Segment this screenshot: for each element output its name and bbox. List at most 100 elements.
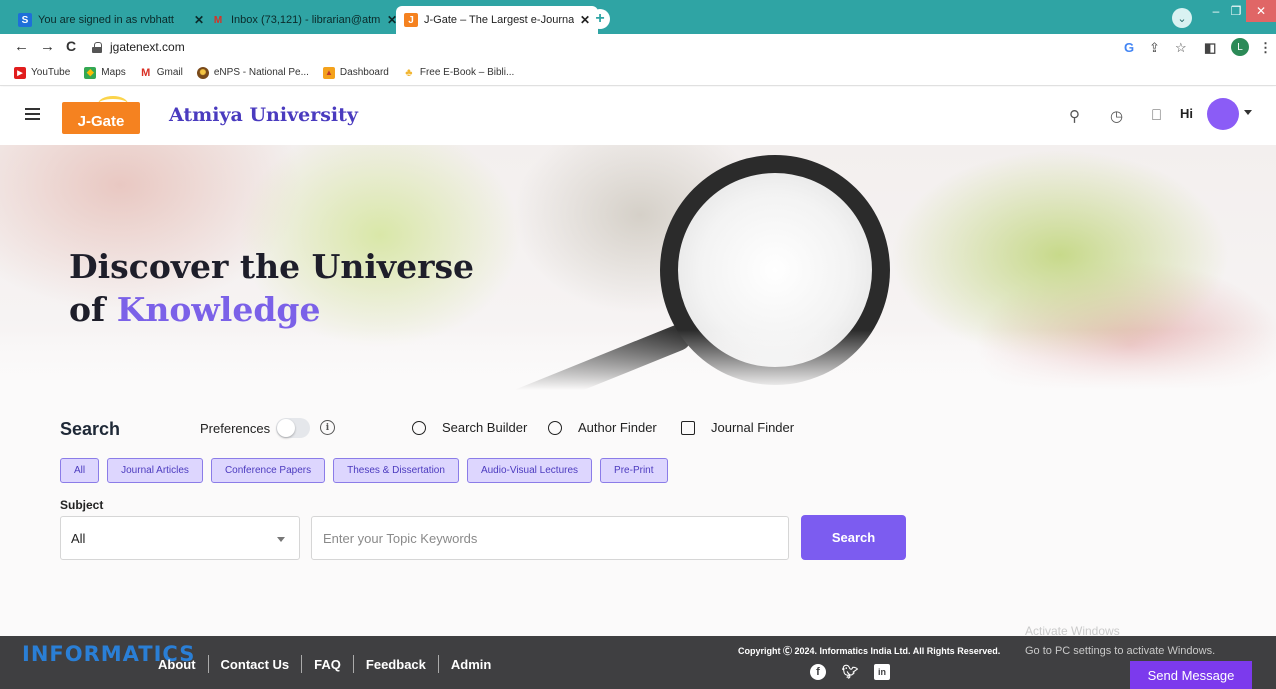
search-builder-link[interactable]: Search Builder (412, 420, 527, 435)
chevron-down-icon[interactable] (1244, 110, 1252, 115)
activate-windows-title: Activate Windows (1025, 624, 1120, 638)
hero-title: Discover the Universe of Knowledge (69, 245, 474, 331)
close-tab-icon[interactable]: ✕ (580, 13, 590, 27)
bookmark-ebook[interactable]: ♣ Free E-Book – Bibli... (403, 67, 514, 79)
preferences-label: Preferences (200, 421, 271, 436)
back-icon[interactable]: ← (14, 38, 29, 55)
subject-value: All (71, 530, 86, 546)
bookmark-dashboard[interactable]: ▲ Dashboard (322, 66, 389, 79)
logo-text: J-Gate (62, 102, 140, 134)
subject-label: Subject (60, 498, 104, 512)
tool-label: Journal Finder (711, 420, 795, 435)
bookmark-label: Free E-Book – Bibli... (419, 67, 515, 78)
browser-tab-bar: S You are signed in as rvbhatt ✕ M Inbox… (0, 0, 1276, 34)
filter-chip-conference-papers[interactable]: Conference Papers (210, 458, 326, 483)
footer-link-faq[interactable]: FAQ (314, 657, 341, 672)
share-icon[interactable]: ⇪ (1149, 40, 1160, 56)
reload-icon[interactable]: C (66, 38, 76, 54)
greeting: Hi (1180, 106, 1193, 121)
site-favicon-icon: S (18, 13, 32, 27)
filter-chip-audio-visual[interactable]: Audio-Visual Lectures (466, 458, 593, 483)
info-icon[interactable]: i (320, 420, 335, 435)
footer-link-feedback[interactable]: Feedback (366, 657, 426, 672)
hero-title-of: of (69, 290, 106, 329)
hero-banner: Discover the Universe of Knowledge (0, 145, 1276, 390)
bookmark-label: Maps (101, 67, 126, 78)
send-message-button[interactable]: Send Message (1130, 661, 1252, 689)
footer-links: About Contact Us FAQ Feedback Admin (158, 655, 491, 673)
topic-keywords-input[interactable] (311, 516, 789, 560)
new-tab-button[interactable]: + (590, 9, 610, 29)
tab-search-icon[interactable]: ⌄ (1172, 8, 1192, 28)
url-field[interactable]: jgatenext.com (92, 37, 1092, 57)
bookmarks-bar: ▶ YouTube ◆ Maps M Gmail ✺ eNPS - Nation… (0, 60, 1276, 86)
footer-link-about[interactable]: About (158, 657, 196, 672)
browser-menu-icon[interactable]: ⋮ (1259, 40, 1272, 56)
author-finder-link[interactable]: Author Finder (548, 420, 657, 435)
footer-link-admin[interactable]: Admin (451, 657, 491, 672)
dropdown-caret-icon (277, 537, 285, 542)
bookmark-enps[interactable]: ✺ eNPS - National Pe... (196, 66, 309, 79)
menu-icon[interactable] (25, 108, 40, 120)
browser-tab-active[interactable]: J J-Gate – The Largest e-Journal G ✕ (396, 6, 599, 34)
youtube-icon: ▶ (14, 66, 26, 79)
jgate-favicon-icon: J (404, 13, 418, 27)
browser-tab[interactable]: S You are signed in as rvbhatt ✕ (10, 6, 212, 34)
subject-dropdown[interactable]: All (60, 516, 300, 560)
forward-icon[interactable]: → (40, 38, 55, 55)
linkedin-icon[interactable]: in (874, 664, 890, 680)
facebook-icon[interactable]: f (810, 664, 826, 680)
dashboard-icon: ▲ (322, 66, 335, 79)
site-header: J-Gate Atmiya University ⚲ ◷ ⎕ Hi (0, 87, 1276, 145)
filter-chip-journal-articles[interactable]: Journal Articles (107, 458, 203, 483)
jgate-logo[interactable]: J-Gate (62, 96, 140, 134)
lock-icon (92, 41, 102, 53)
search-button[interactable]: Search (801, 515, 906, 560)
content-type-filters: All Journal Articles Conference Papers T… (60, 458, 668, 483)
filter-chip-theses[interactable]: Theses & Dissertation (333, 458, 459, 483)
side-panel-icon[interactable]: ◧ (1204, 40, 1216, 56)
filter-chip-all[interactable]: All (60, 458, 100, 483)
minimize-icon[interactable]: – (1206, 0, 1226, 22)
hero-title-accent: Knowledge (116, 290, 321, 329)
tool-label: Author Finder (578, 420, 657, 435)
close-window-icon[interactable]: ✕ (1246, 0, 1276, 22)
bookmark-label: Dashboard (339, 67, 389, 78)
journal-finder-icon (681, 420, 695, 435)
browser-tab[interactable]: M Inbox (73,121) - librarian@atmiya ✕ (203, 6, 405, 34)
maps-icon: ◆ (84, 66, 97, 79)
copyright-text: Copyright Ⓒ 2024. Informatics India Ltd.… (738, 646, 1001, 656)
search-icon[interactable]: ⚲ (1069, 107, 1080, 125)
footer-link-contact[interactable]: Contact Us (221, 657, 290, 672)
preferences-toggle[interactable] (276, 418, 310, 438)
gmail-icon: M (141, 66, 151, 79)
bookmark-label: eNPS - National Pe... (213, 67, 309, 78)
search-title: Search (60, 419, 121, 439)
bookmark-star-icon[interactable]: ☆ (1175, 40, 1187, 56)
author-finder-icon (548, 420, 562, 435)
history-clock-icon[interactable]: ◷ (1110, 107, 1123, 125)
tab-title: J-Gate – The Largest e-Journal G (424, 14, 574, 26)
journal-finder-link[interactable]: Journal Finder (681, 420, 794, 435)
user-avatar[interactable] (1207, 98, 1239, 130)
filter-chip-pre-print[interactable]: Pre-Print (600, 458, 668, 483)
bookmark-label: Gmail (156, 67, 183, 78)
bookmark-youtube[interactable]: ▶ YouTube (14, 66, 71, 79)
activate-windows-subtitle: Go to PC settings to activate Windows. (1025, 645, 1216, 657)
bookmark-icon[interactable]: ⎕ (1152, 107, 1161, 124)
bookmark-gmail[interactable]: M Gmail (140, 67, 183, 79)
hero-title-line1: Discover the Universe (69, 247, 475, 286)
footer: INFORMATICS About Contact Us FAQ Feedbac… (0, 636, 1276, 689)
search-panel: Search Preferences i Search Builder Auth… (0, 390, 1276, 636)
bookmark-maps[interactable]: ◆ Maps (84, 66, 126, 79)
search-builder-icon (412, 420, 426, 435)
restore-icon[interactable]: ❐ (1226, 0, 1246, 22)
twitter-icon[interactable]: 🐦︎ (842, 664, 859, 680)
tab-title: You are signed in as rvbhatt (38, 14, 174, 26)
gmail-favicon-icon: M (213, 14, 223, 26)
url-text: jgatenext.com (110, 40, 185, 54)
google-lens-icon[interactable]: G (1124, 40, 1134, 55)
profile-avatar[interactable]: L (1231, 38, 1249, 56)
enps-icon: ✺ (196, 66, 209, 79)
bookmark-label: YouTube (31, 67, 71, 78)
